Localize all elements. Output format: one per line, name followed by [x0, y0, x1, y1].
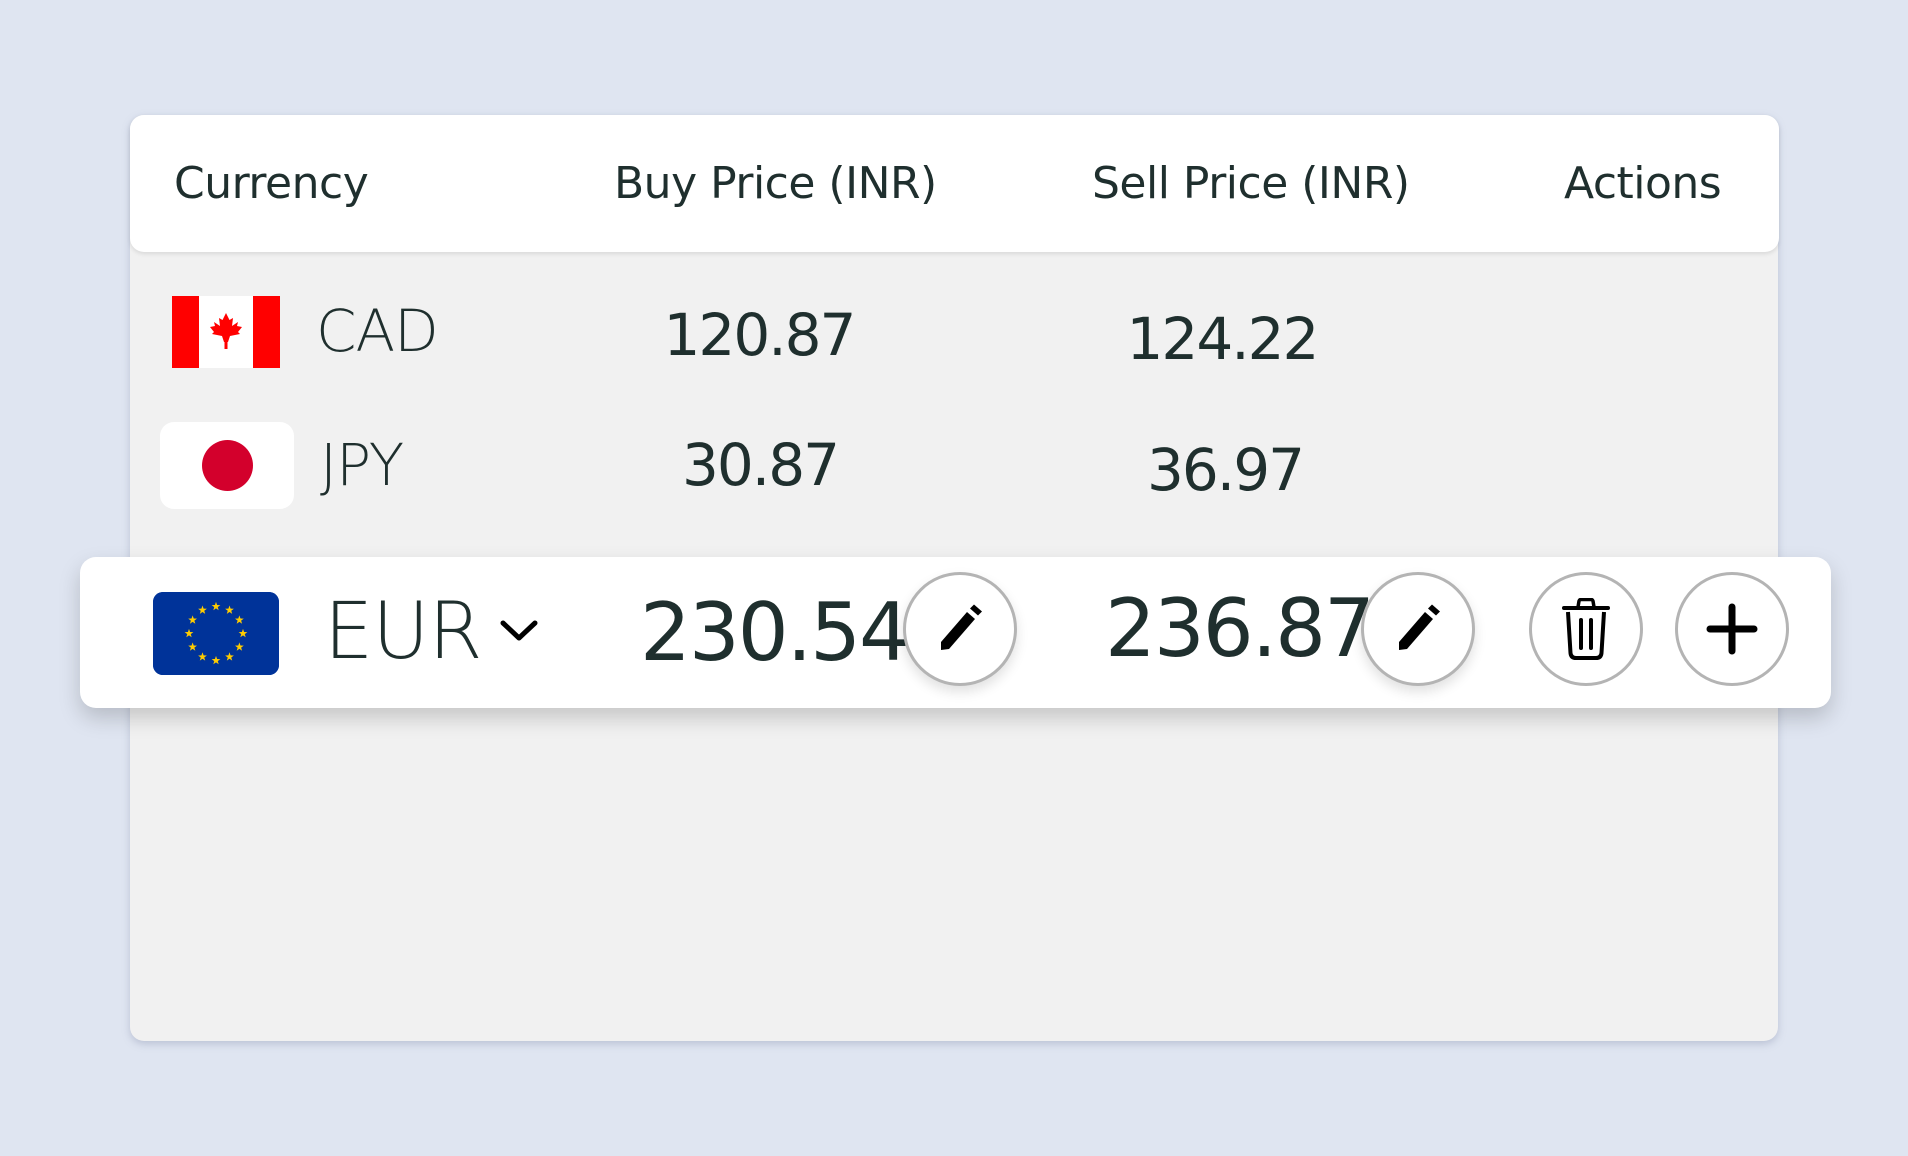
editing-row[interactable]: EUR 230.54 236.87	[80, 557, 1831, 708]
buy-price: 120.87	[663, 301, 857, 369]
delete-row-button[interactable]	[1529, 572, 1643, 686]
pencil-icon	[941, 604, 982, 650]
table-row[interactable]: CAD 120.87 124.22	[130, 285, 1778, 395]
edit-buy-price-button[interactable]	[903, 572, 1017, 686]
add-row-button[interactable]	[1675, 572, 1789, 686]
pencil-icon	[1399, 604, 1440, 650]
plus-icon	[1706, 603, 1758, 655]
buy-price: 30.87	[681, 431, 840, 499]
currency-code: CAD	[316, 297, 439, 365]
edit-sell-price-button[interactable]	[1361, 572, 1475, 686]
buy-price-value: 230.54	[640, 586, 910, 679]
header-currency: Currency	[174, 158, 369, 209]
header-actions: Actions	[1564, 158, 1722, 209]
currency-code: JPY	[320, 431, 404, 499]
chevron-down-icon[interactable]	[498, 617, 540, 645]
japan-flag-sun	[202, 440, 253, 491]
canada-flag-icon	[172, 296, 280, 368]
sell-price: 124.22	[1126, 305, 1320, 373]
header-sell-price: Sell Price (INR)	[1092, 158, 1410, 209]
japan-flag-icon	[160, 422, 294, 509]
currency-code-dropdown[interactable]: EUR	[324, 587, 483, 677]
sell-price: 36.97	[1146, 436, 1305, 504]
table-row[interactable]: JPY 30.87 36.97	[130, 420, 1778, 530]
header-buy-price: Buy Price (INR)	[614, 158, 937, 209]
trash-icon	[1562, 598, 1610, 660]
table-header: Currency Buy Price (INR) Sell Price (INR…	[130, 115, 1779, 252]
eu-flag-icon	[153, 592, 279, 675]
sell-price-value: 236.87	[1105, 582, 1375, 675]
